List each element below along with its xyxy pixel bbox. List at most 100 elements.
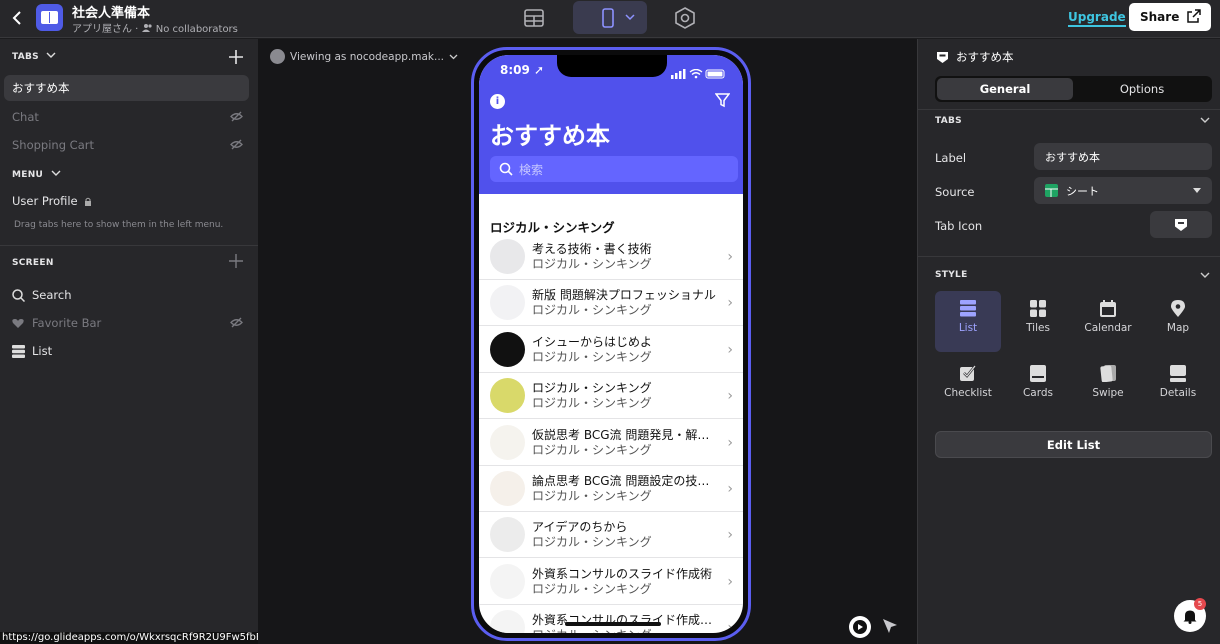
style-option-checklist[interactable]: Checklist — [935, 356, 1001, 417]
hidden-eye-icon[interactable] — [230, 111, 243, 122]
list-item[interactable]: 外資系コンサルのスライド作成術 ロジカル・シンキング › — [479, 559, 743, 605]
screen-item-favorite-bar[interactable]: Favorite Bar — [4, 310, 249, 336]
external-link-icon — [1187, 9, 1201, 26]
chevron-right-icon: › — [727, 249, 733, 265]
menu-header-label: MENU — [12, 170, 44, 180]
tab-options[interactable]: Options — [1074, 78, 1210, 100]
list-item[interactable]: 論点思考 BCG流 問題設定の技術と方法ロジカル・シンキング› — [479, 466, 743, 512]
tab-item-chat[interactable]: Chat — [4, 104, 249, 130]
book-cover-thumbnail — [490, 563, 525, 599]
screen-title: おすすめ本 — [490, 122, 610, 150]
list-item[interactable]: 新版 問題解決プロフェッショナル ロジカル・シンキング › — [479, 280, 743, 327]
chevron-right-icon: › — [727, 527, 733, 544]
chevron-down-icon[interactable] — [1200, 272, 1210, 279]
top-bar: 社会人準備本 アプリ屋さん · No collaborators Upgrade… — [0, 0, 1220, 38]
list-item[interactable]: ロジカル・シンキング ロジカル・シンキング › — [479, 373, 743, 420]
drag-hint: Drag tabs here to show them in the left … — [14, 220, 224, 230]
book-cover-thumbnail — [490, 610, 525, 633]
chevron-right-icon: › — [727, 481, 733, 497]
app-icon[interactable] — [36, 4, 63, 31]
edit-list-button[interactable]: Edit List — [935, 431, 1212, 458]
search-input[interactable]: 検索 — [490, 156, 738, 182]
play-icon — [853, 620, 867, 634]
add-tab-plus-icon[interactable] — [229, 50, 243, 64]
style-option-details[interactable]: Details — [1145, 356, 1211, 417]
tab-label: Chat — [12, 110, 39, 124]
source-select[interactable]: シート — [1034, 177, 1212, 204]
chevron-right-icon: › — [727, 341, 733, 358]
component-title: おすすめ本 — [936, 49, 1014, 65]
app-owner: アプリ屋さん — [72, 24, 132, 35]
screen-item-list[interactable]: List — [4, 338, 249, 364]
phone-frame: 8:09 ➚ i おすすめ本 検索 ロジカル・シンキング 考える技術・書く技術ロ… — [471, 47, 751, 641]
viewing-as-label: Viewing as nocodeapp.mak... — [290, 50, 444, 63]
share-button[interactable]: Share — [1129, 3, 1211, 31]
viewing-as-selector[interactable]: Viewing as nocodeapp.mak... — [270, 49, 458, 64]
menu-section-header[interactable]: MENU — [12, 170, 61, 180]
info-icon[interactable]: i — [490, 94, 505, 109]
style-option-list[interactable]: List — [935, 291, 1001, 352]
screen-item-search[interactable]: Search — [4, 282, 249, 308]
play-button[interactable] — [849, 616, 871, 638]
item-subtitle: ロジカル・シンキング — [532, 442, 652, 457]
heart-icon — [12, 318, 24, 328]
tabs-header-label: TABS — [12, 52, 39, 62]
cursor-pointer-icon[interactable] — [882, 618, 898, 634]
style-label: Calendar — [1084, 322, 1132, 334]
list-item[interactable]: アイデアのちから ロジカル・シンキング › — [479, 512, 743, 559]
signal-wifi-battery-icon — [671, 68, 725, 79]
tab-icon-field-label: Tab Icon — [935, 219, 983, 233]
divider — [918, 256, 1220, 257]
style-option-map[interactable]: Map — [1145, 291, 1211, 352]
preview-canvas: Viewing as nocodeapp.mak... 8:09 ➚ i おすす… — [258, 39, 917, 644]
tab-item-osusume[interactable]: おすすめ本 — [4, 75, 249, 101]
app-title: 社会人準備本 — [72, 6, 151, 21]
right-panel: おすすめ本 General Options TABS Label おすすめ本 S… — [917, 39, 1220, 644]
style-label: Swipe — [1092, 387, 1124, 399]
filter-icon[interactable] — [715, 93, 730, 108]
style-option-swipe[interactable]: Swipe — [1075, 356, 1141, 417]
tab-general[interactable]: General — [937, 78, 1073, 100]
chevron-right-icon: › — [727, 573, 733, 590]
data-editor-icon[interactable] — [522, 6, 546, 30]
list-item[interactable]: イシューからはじめよ ロジカル・シンキング › — [479, 327, 743, 373]
item-subtitle: ロジカル・シンキング — [532, 581, 652, 596]
dropdown-caret-icon — [1193, 188, 1201, 193]
back-arrow-icon[interactable] — [8, 8, 28, 28]
menu-item-user-profile[interactable]: User Profile — [4, 188, 249, 214]
settings-tabs: General Options — [935, 76, 1212, 102]
label-input[interactable]: おすすめ本 — [1034, 143, 1212, 170]
hidden-eye-icon[interactable] — [230, 317, 243, 328]
list-item[interactable]: 外資系コンサルのスライド作成術 図解表現23のテクニックロジカル・シンキング› — [479, 605, 743, 633]
settings-hexagon-icon[interactable] — [673, 6, 697, 30]
item-subtitle: ロジカル・シンキング — [532, 349, 652, 364]
list-item[interactable]: 考える技術・書く技術 ロジカル・シンキング › — [479, 234, 743, 280]
style-label: Tiles — [1026, 322, 1050, 334]
device-selector[interactable] — [573, 1, 647, 34]
upgrade-link[interactable]: Upgrade — [1068, 10, 1126, 27]
style-option-cards[interactable]: Cards — [1005, 356, 1071, 417]
tab-item-shopping-cart[interactable]: Shopping Cart — [4, 132, 249, 158]
style-option-tiles[interactable]: Tiles — [1005, 291, 1071, 352]
bell-icon — [1183, 610, 1197, 624]
collaborators-icon — [141, 24, 152, 32]
map-pin-icon — [1171, 300, 1185, 317]
style-label: Checklist — [944, 387, 992, 399]
hidden-eye-icon[interactable] — [230, 139, 243, 150]
item-subtitle: ロジカル・シンキング — [532, 396, 652, 411]
share-label: Share — [1140, 10, 1180, 24]
search-placeholder: 検索 — [519, 162, 544, 177]
item-subtitle: ロジカル・シンキング — [532, 257, 652, 271]
tiles-icon — [1030, 300, 1046, 317]
list-item[interactable]: 仮説思考 BCG流 問題発見・解決の発想法ロジカル・シンキング› — [479, 420, 743, 466]
style-option-calendar[interactable]: Calendar — [1075, 291, 1141, 352]
tabs-section-header[interactable]: TABS — [12, 52, 56, 62]
label-field-label: Label — [935, 151, 967, 165]
add-component-plus-icon[interactable] — [229, 254, 243, 268]
phone-app-bar: 8:09 ➚ i おすすめ本 検索 — [479, 55, 743, 194]
notification-count-badge: 5 — [1194, 598, 1206, 610]
chevron-down-icon — [625, 14, 635, 21]
item-subtitle: ロジカル・シンキング — [532, 489, 652, 503]
chevron-down-icon[interactable] — [1200, 117, 1210, 124]
tab-icon-picker[interactable] — [1150, 211, 1212, 238]
